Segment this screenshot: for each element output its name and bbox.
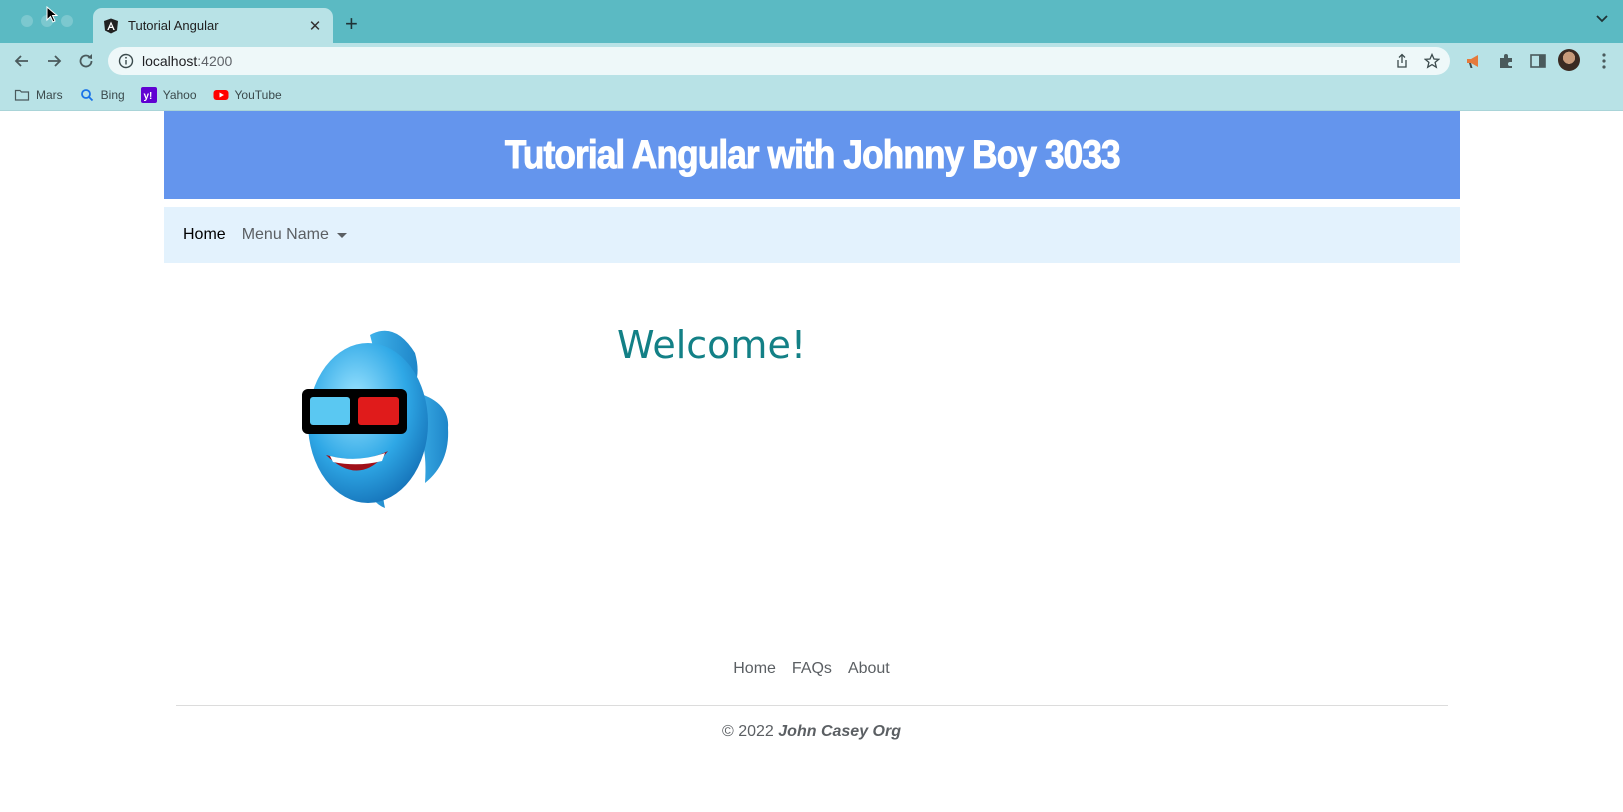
nav-home-link[interactable]: Home	[183, 226, 226, 244]
youtube-icon	[213, 89, 229, 100]
footer-divider	[176, 705, 1448, 706]
bookmark-label: YouTube	[234, 87, 282, 102]
site-navbar: Home Menu Name	[164, 207, 1460, 263]
site-title: Tutorial Angular with Johnny Boy 3033	[504, 132, 1121, 177]
tab-close-icon[interactable]: ✕	[307, 17, 323, 35]
bookmark-star-icon[interactable]	[1424, 53, 1440, 69]
address-bar[interactable]: localhost:4200	[108, 47, 1450, 75]
megaphone-extension-icon[interactable]	[1463, 50, 1485, 72]
share-icon[interactable]	[1394, 53, 1410, 69]
yahoo-icon: y!	[140, 86, 157, 103]
tab-search-chevron-icon[interactable]	[1595, 14, 1609, 24]
nav-menu-dropdown[interactable]: Menu Name	[242, 226, 347, 244]
browser-menu-icon[interactable]	[1593, 50, 1615, 72]
bookmark-youtube[interactable]: YouTube	[213, 87, 282, 103]
profile-avatar[interactable]	[1558, 49, 1580, 71]
bookmark-yahoo[interactable]: y! Yahoo	[140, 86, 197, 103]
bookmark-label: Yahoo	[162, 87, 197, 102]
web-page: Tutorial Angular with Johnny Boy 3033 Ho…	[0, 111, 1623, 812]
nav-menu-label: Menu Name	[241, 226, 329, 243]
back-arrow-icon[interactable]	[11, 50, 33, 72]
site-info-icon[interactable]	[118, 53, 134, 69]
forward-arrow-icon[interactable]	[43, 50, 65, 72]
extensions-puzzle-icon[interactable]	[1495, 50, 1517, 72]
browser-toolbar: localhost:4200	[0, 43, 1623, 79]
side-panel-icon[interactable]	[1527, 50, 1549, 72]
angular-icon	[104, 18, 118, 33]
svg-text:y!: y!	[143, 91, 152, 102]
footer-link-faqs[interactable]: FAQs	[792, 660, 832, 678]
tab-title: Tutorial Angular	[128, 18, 219, 33]
mouse-cursor-icon	[46, 6, 58, 23]
copyright-text: © 2022 John Casey Org	[0, 723, 1623, 741]
copyright-prefix: © 2022	[722, 723, 774, 740]
footer-link-about[interactable]: About	[848, 660, 890, 678]
browser-tab-active[interactable]: Tutorial Angular ✕	[93, 8, 333, 43]
url-text: localhost:4200	[142, 53, 233, 69]
folder-icon	[14, 89, 30, 101]
reload-icon[interactable]	[75, 50, 97, 72]
footer-link-home[interactable]: Home	[733, 660, 776, 678]
caret-down-icon	[336, 232, 347, 238]
fish-3d-glasses-image	[302, 330, 449, 508]
new-tab-button[interactable]: +	[345, 12, 358, 36]
bookmark-label: Mars	[36, 87, 63, 102]
site-banner: Tutorial Angular with Johnny Boy 3033	[164, 111, 1460, 199]
footer-nav: Home FAQs About	[0, 660, 1623, 678]
close-window-button[interactable]	[21, 15, 33, 27]
search-icon	[80, 88, 93, 101]
browser-window-chrome: Tutorial Angular ✕ + localhost:4200 Mars…	[0, 0, 1623, 111]
zoom-window-button[interactable]	[61, 15, 73, 27]
bookmark-bing[interactable]: Bing	[79, 87, 125, 103]
bookmarks-bar: Mars Bing y! Yahoo YouTube	[0, 79, 1623, 111]
welcome-heading: Welcome!	[617, 323, 807, 367]
bookmark-label: Bing	[100, 87, 125, 102]
copyright-org: John Casey Org	[778, 723, 901, 740]
bookmark-mars[interactable]: Mars	[14, 87, 63, 103]
